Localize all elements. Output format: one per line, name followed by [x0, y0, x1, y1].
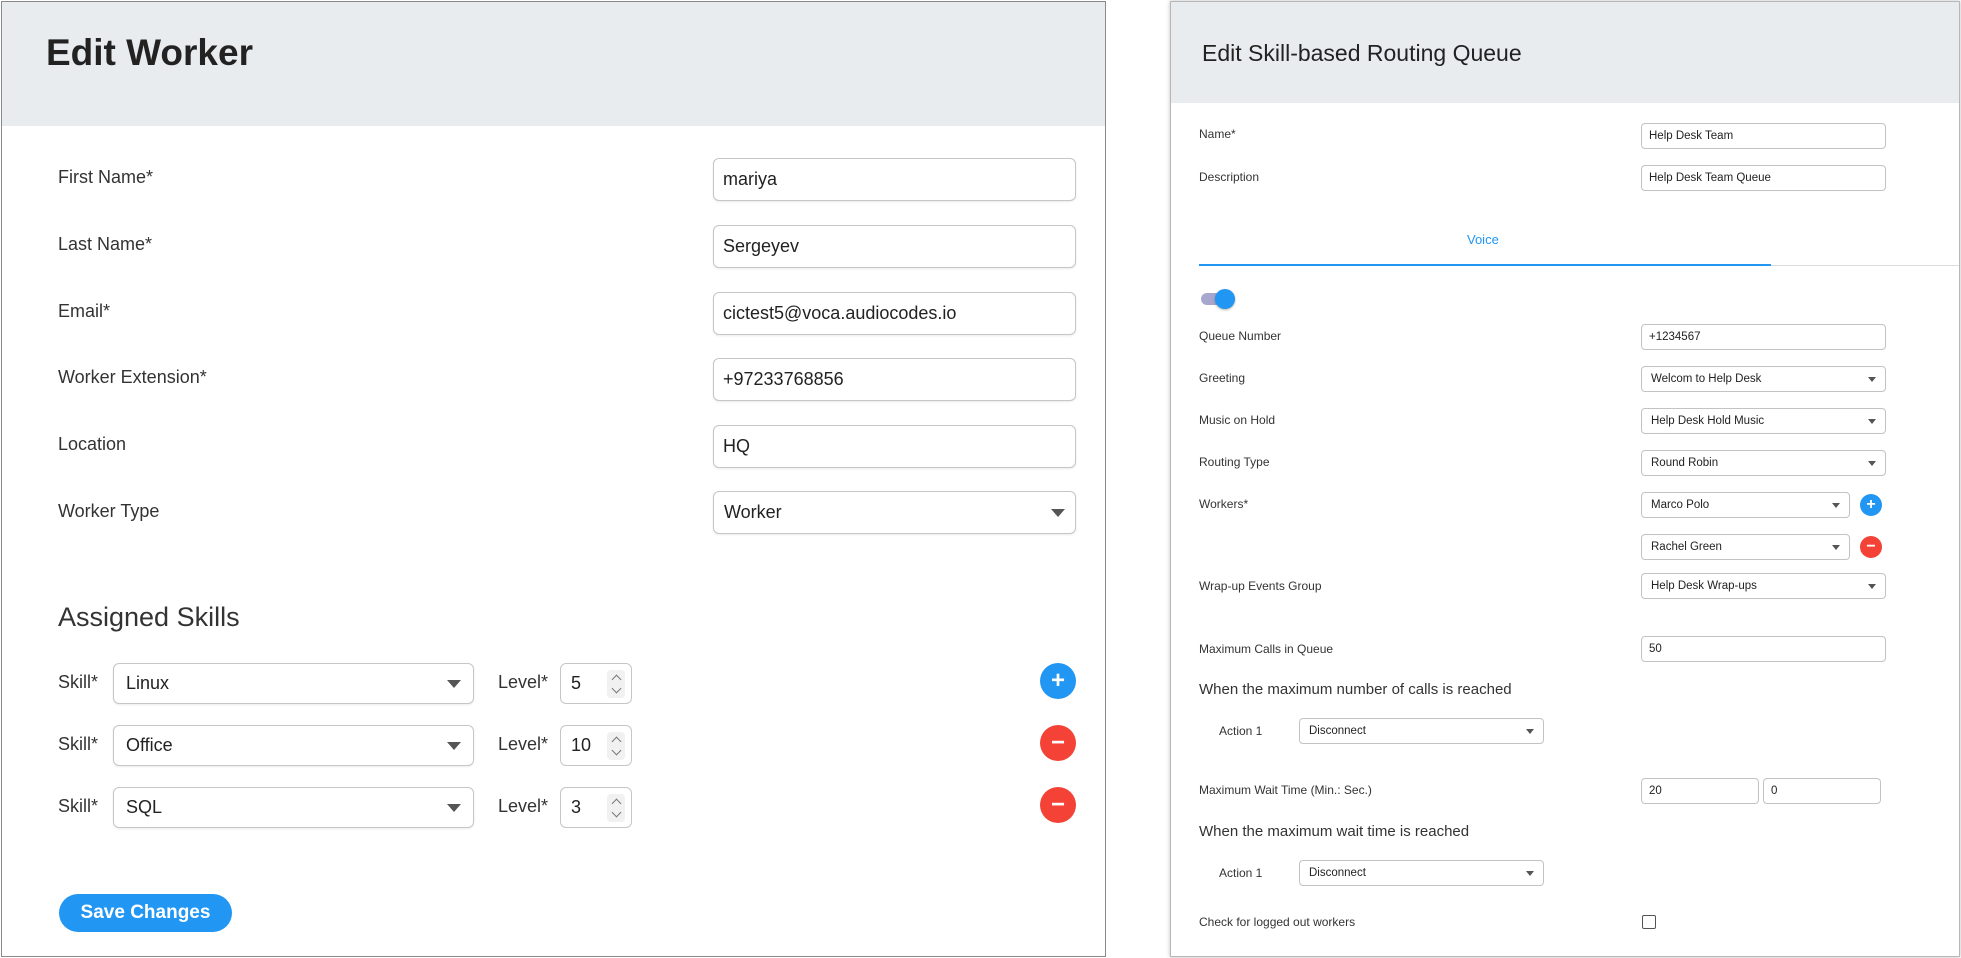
chevron-down-icon — [447, 741, 461, 750]
max-wait-reached-title: When the maximum wait time is reached — [1199, 823, 1470, 840]
chevron-down-icon — [1868, 418, 1876, 424]
stepper-arrows-icon[interactable] — [607, 793, 625, 822]
level-label: Level* — [498, 672, 549, 692]
greeting-select[interactable]: Welcom to Help Desk — [1641, 366, 1886, 392]
music-on-hold-label: Music on Hold — [1199, 413, 1276, 427]
level-value: 3 — [571, 797, 582, 817]
queue-number-label: Queue Number — [1199, 329, 1282, 343]
logged-out-workers-label: Check for logged out workers — [1199, 915, 1356, 929]
worker-extension-label: Worker Extension* — [58, 367, 207, 387]
worker-type-label: Worker Type — [58, 501, 160, 521]
level-value: 5 — [571, 673, 582, 693]
queue-number-input[interactable]: +1234567 — [1641, 324, 1886, 350]
tab-voice[interactable]: Voice — [1467, 232, 1499, 247]
toggle-knob — [1215, 289, 1235, 309]
chevron-down-icon — [447, 679, 461, 688]
chevron-down-icon — [1868, 583, 1876, 589]
remove-worker-button[interactable]: − — [1860, 536, 1882, 558]
music-on-hold-value: Help Desk Hold Music — [1651, 415, 1765, 427]
name-label: Name* — [1199, 127, 1236, 141]
location-input[interactable] — [713, 425, 1076, 468]
worker-type-select[interactable]: Worker — [713, 491, 1076, 534]
greeting-label: Greeting — [1199, 371, 1246, 385]
name-input[interactable]: Help Desk Team — [1641, 123, 1886, 149]
max-wait-action-select[interactable]: Disconnect — [1299, 860, 1544, 886]
action-value: Disconnect — [1309, 725, 1366, 737]
action-value: Disconnect — [1309, 867, 1366, 879]
email-input[interactable] — [713, 292, 1076, 335]
max-wait-seconds-input[interactable]: 0 — [1763, 778, 1881, 804]
remove-skill-button[interactable]: − — [1040, 787, 1076, 823]
max-calls-input[interactable]: 50 — [1641, 636, 1886, 662]
level-stepper[interactable]: 10 — [560, 725, 632, 766]
max-calls-action-select[interactable]: Disconnect — [1299, 718, 1544, 744]
max-wait-label: Maximum Wait Time (Min.: Sec.) — [1199, 783, 1372, 797]
chevron-down-icon — [1526, 728, 1534, 734]
skill-label: Skill* — [58, 672, 99, 692]
remove-skill-button[interactable]: − — [1040, 725, 1076, 761]
edit-queue-panel: Edit Skill-based Routing Queue Name* Hel… — [1170, 1, 1960, 957]
level-value: 10 — [571, 735, 592, 755]
add-skill-button[interactable]: + — [1040, 663, 1076, 699]
worker-select-1[interactable]: Marco Polo — [1641, 492, 1850, 518]
stepper-arrows-icon[interactable] — [607, 669, 625, 698]
location-label: Location — [58, 434, 127, 454]
email-label: Email* — [58, 301, 111, 321]
max-wait-minutes-input[interactable]: 20 — [1641, 778, 1759, 804]
level-label: Level* — [498, 734, 549, 754]
description-input[interactable]: Help Desk Team Queue — [1641, 165, 1886, 191]
level-stepper[interactable]: 5 — [560, 663, 632, 704]
chevron-down-icon — [1526, 870, 1534, 876]
routing-type-label: Routing Type — [1199, 455, 1270, 469]
first-name-label: First Name* — [58, 167, 154, 187]
max-calls-action-label: Action 1 — [1219, 724, 1263, 738]
worker-value: Marco Polo — [1651, 499, 1710, 511]
last-name-input[interactable] — [713, 225, 1076, 268]
chevron-down-icon — [447, 803, 461, 812]
chevron-down-icon — [1868, 460, 1876, 466]
chevron-down-icon — [1868, 376, 1876, 382]
tab-voice-indicator — [1199, 264, 1771, 266]
chevron-down-icon — [1832, 502, 1840, 508]
skill-select-office[interactable]: Office — [113, 725, 474, 766]
skill-select-sql[interactable]: SQL — [113, 787, 474, 828]
wrapup-select[interactable]: Help Desk Wrap-ups — [1641, 573, 1886, 599]
stepper-arrows-icon[interactable] — [607, 731, 625, 760]
edit-worker-panel: Edit Worker First Name* Last Name* Email… — [1, 1, 1106, 957]
worker-type-value: Worker — [724, 502, 782, 522]
add-worker-button[interactable]: + — [1860, 494, 1882, 516]
skill-select-linux[interactable]: Linux — [113, 663, 474, 704]
routing-type-select[interactable]: Round Robin — [1641, 450, 1886, 476]
routing-type-value: Round Robin — [1651, 457, 1719, 469]
worker-extension-input[interactable] — [713, 358, 1076, 401]
chevron-down-icon — [1051, 508, 1065, 517]
max-calls-label: Maximum Calls in Queue — [1199, 642, 1334, 656]
level-label: Level* — [498, 796, 549, 816]
edit-queue-title: Edit Skill-based Routing Queue — [1202, 40, 1522, 66]
edit-worker-title: Edit Worker — [46, 32, 253, 73]
logged-out-workers-checkbox[interactable] — [1642, 915, 1656, 929]
skill-value: SQL — [126, 797, 163, 817]
skill-value: Office — [126, 735, 173, 755]
max-wait-action-label: Action 1 — [1219, 866, 1263, 880]
skill-label: Skill* — [58, 734, 99, 754]
save-changes-button[interactable]: Save Changes — [59, 894, 232, 932]
greeting-value: Welcom to Help Desk — [1651, 373, 1762, 385]
skill-label: Skill* — [58, 796, 99, 816]
level-stepper[interactable]: 3 — [560, 787, 632, 828]
worker-value: Rachel Green — [1651, 541, 1722, 553]
max-calls-reached-title: When the maximum number of calls is reac… — [1199, 681, 1512, 698]
wrapup-label: Wrap-up Events Group — [1199, 579, 1322, 593]
workers-label: Workers* — [1199, 497, 1249, 511]
description-label: Description — [1199, 170, 1260, 184]
chevron-down-icon — [1832, 544, 1840, 550]
skill-value: Linux — [126, 673, 170, 693]
last-name-label: Last Name* — [58, 234, 153, 254]
music-on-hold-select[interactable]: Help Desk Hold Music — [1641, 408, 1886, 434]
first-name-input[interactable] — [713, 158, 1076, 201]
wrapup-value: Help Desk Wrap-ups — [1651, 580, 1757, 592]
assigned-skills-title: Assigned Skills — [58, 602, 240, 632]
tab-divider — [1771, 265, 1959, 266]
worker-select-2[interactable]: Rachel Green — [1641, 534, 1850, 560]
